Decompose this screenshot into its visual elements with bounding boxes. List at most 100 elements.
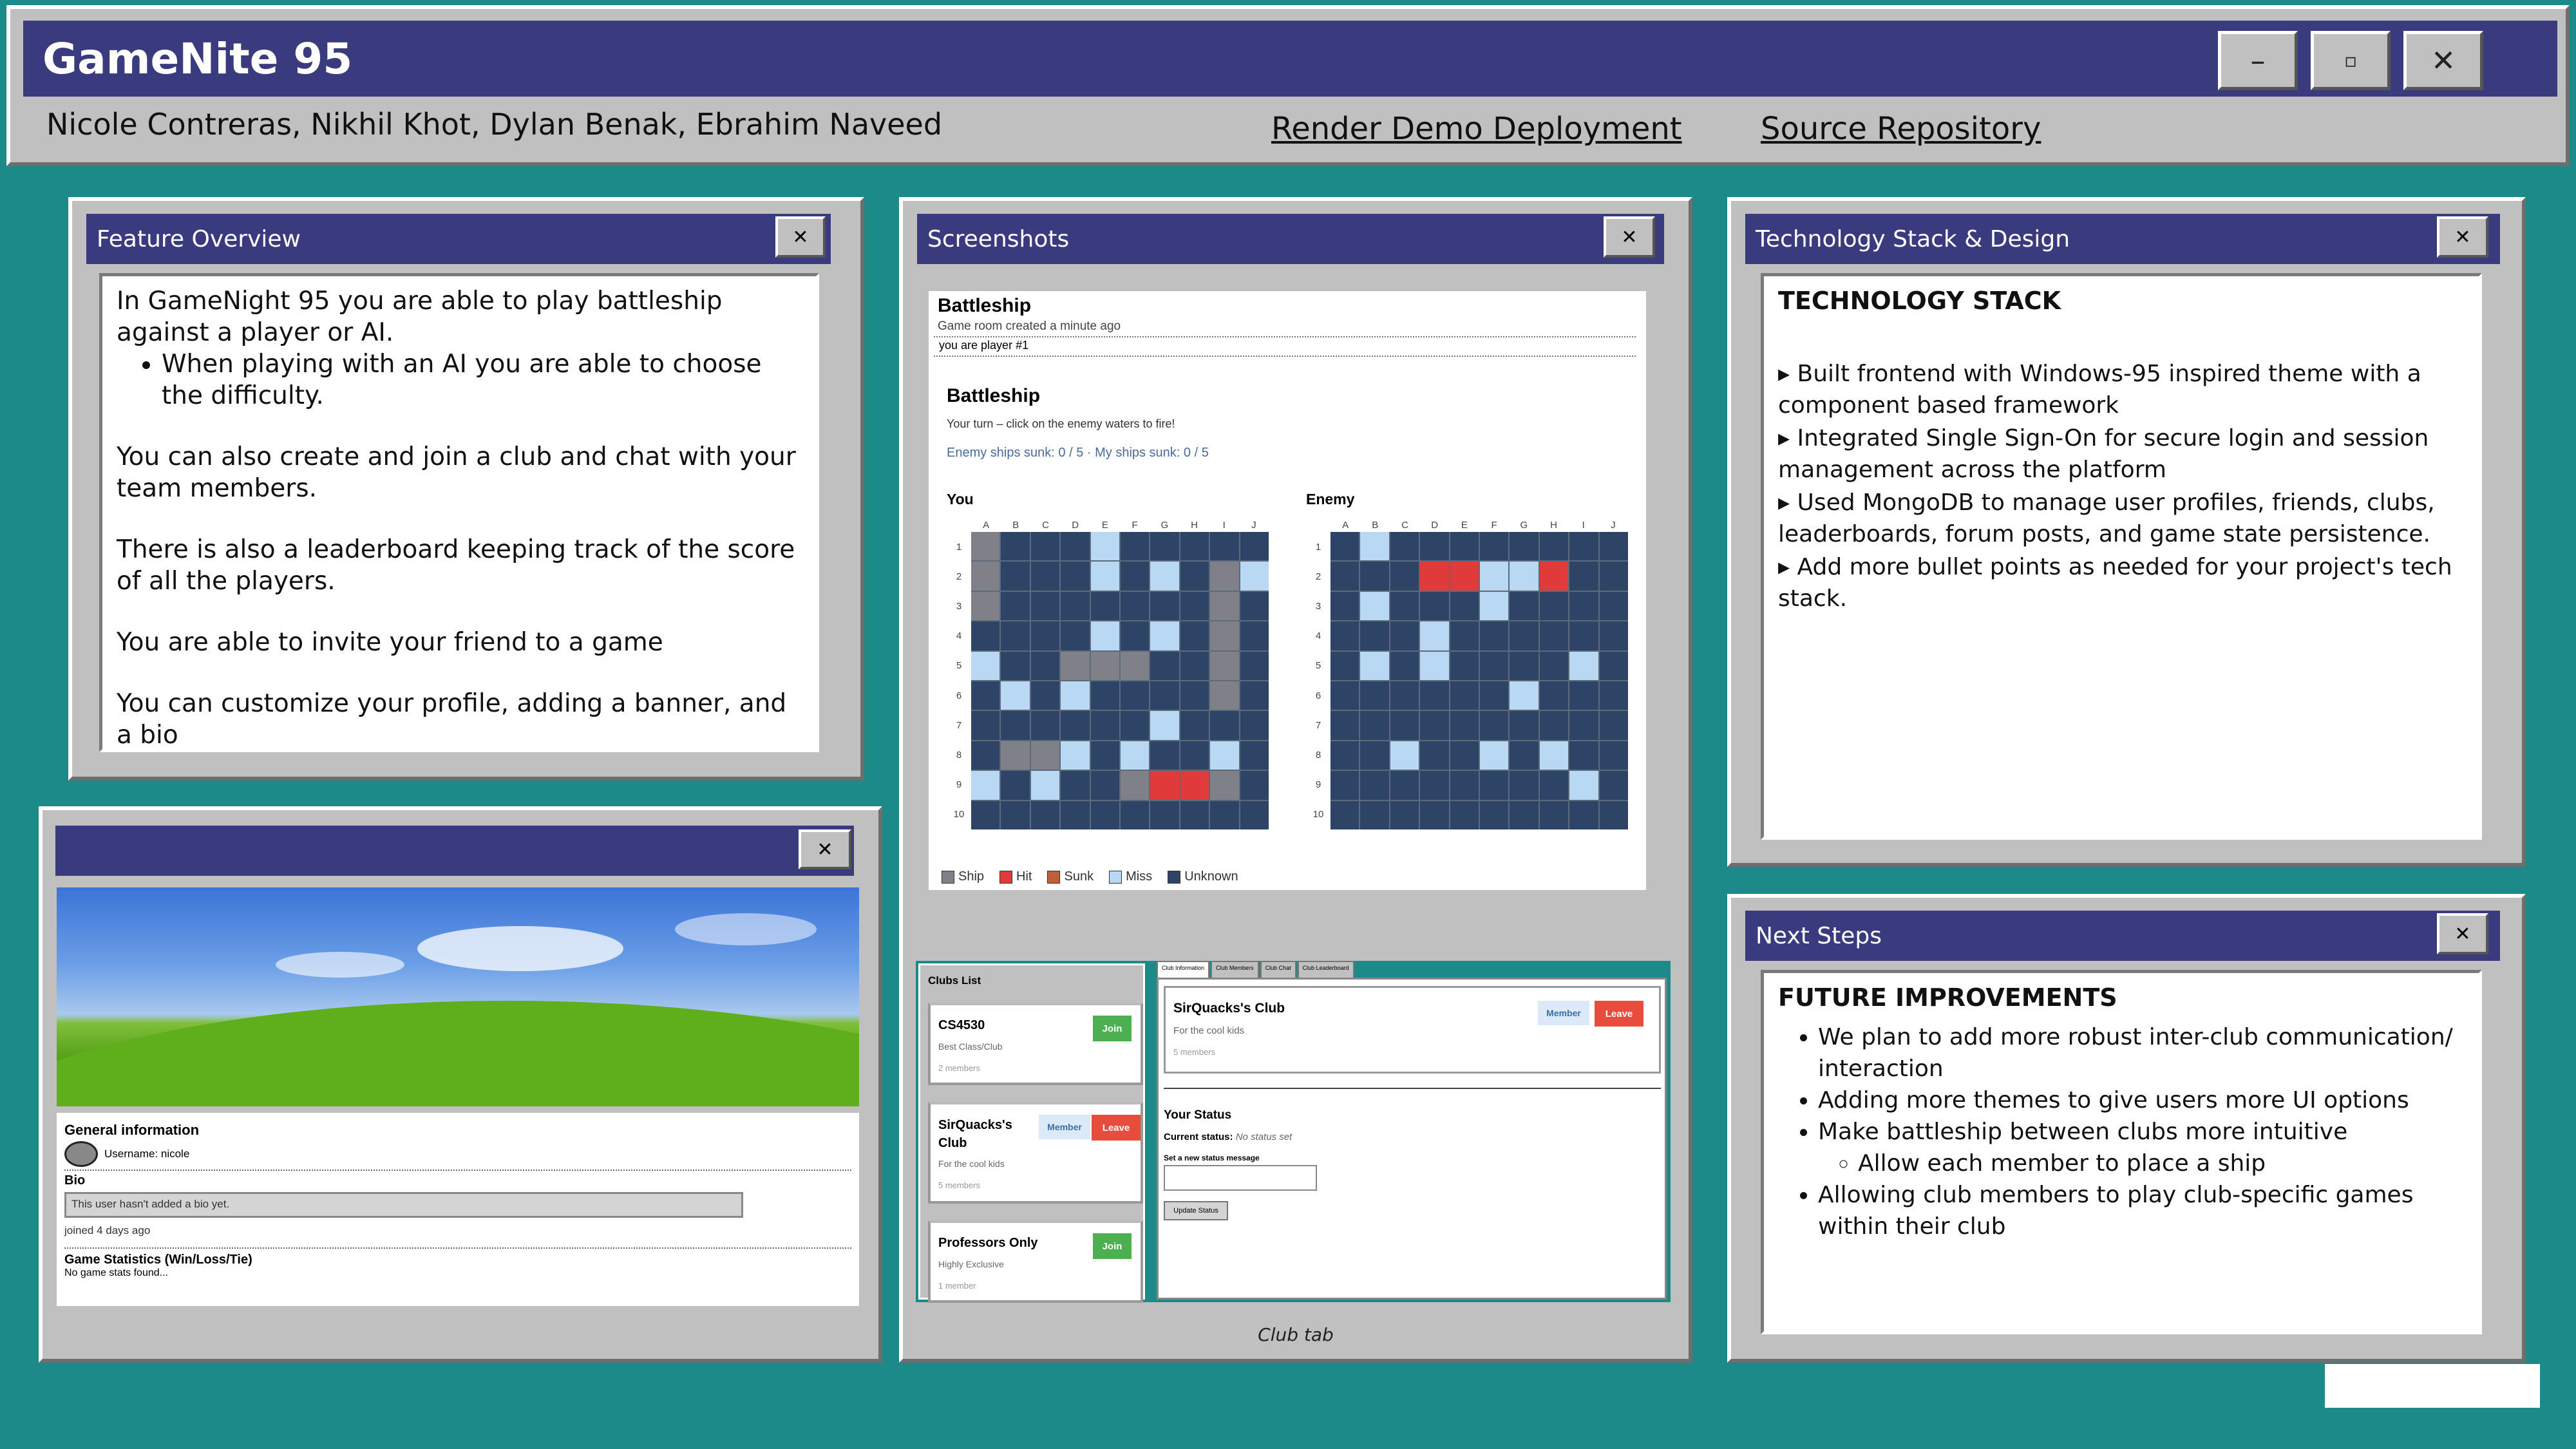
board-cell[interactable]: [1569, 771, 1598, 800]
board-cell[interactable]: [1539, 651, 1569, 680]
board-cell[interactable]: [1480, 771, 1509, 800]
close-button[interactable]: ✕: [2403, 31, 2483, 90]
board-cell[interactable]: [1599, 800, 1628, 829]
board-cell[interactable]: [1480, 562, 1509, 591]
board-cell[interactable]: [1360, 532, 1389, 561]
board-cell[interactable]: [1599, 681, 1628, 710]
board-cell[interactable]: [1480, 741, 1509, 770]
board-cell[interactable]: [1539, 621, 1569, 650]
board-cell[interactable]: [1360, 591, 1389, 621]
club-card[interactable]: Professors Only Highly Exclusive 1 membe…: [928, 1220, 1143, 1303]
board-cell[interactable]: [1569, 591, 1598, 621]
board-cell[interactable]: [1539, 532, 1569, 561]
board-cell[interactable]: [1480, 651, 1509, 680]
board-cell[interactable]: [1450, 771, 1479, 800]
board-cell[interactable]: [1510, 651, 1539, 680]
board-cell[interactable]: [1510, 621, 1539, 650]
board-cell[interactable]: [1390, 771, 1419, 800]
board-cell[interactable]: [1450, 741, 1479, 770]
board-cell[interactable]: [1390, 800, 1419, 829]
board-cell[interactable]: [1360, 800, 1389, 829]
board-cell[interactable]: [1510, 771, 1539, 800]
board-cell[interactable]: [1331, 771, 1359, 800]
board-cell[interactable]: [1420, 771, 1449, 800]
board-cell[interactable]: [1420, 591, 1449, 621]
board-cell[interactable]: [1450, 681, 1479, 710]
board-cell[interactable]: [1450, 562, 1479, 591]
enemy-board[interactable]: [1331, 532, 1628, 829]
board-cell[interactable]: [1390, 532, 1419, 561]
board-cell[interactable]: [1510, 741, 1539, 770]
feature-close-button[interactable]: ✕: [775, 216, 826, 258]
board-cell[interactable]: [1331, 532, 1359, 561]
status-input[interactable]: [1164, 1165, 1317, 1191]
board-cell[interactable]: [1420, 651, 1449, 680]
board-cell[interactable]: [1420, 621, 1449, 650]
board-cell[interactable]: [1331, 681, 1359, 710]
board-cell[interactable]: [1569, 621, 1598, 650]
board-cell[interactable]: [1569, 651, 1598, 680]
board-cell[interactable]: [1360, 621, 1389, 650]
board-cell[interactable]: [1331, 591, 1359, 621]
board-cell[interactable]: [1420, 800, 1449, 829]
club-tab[interactable]: Club Leaderboard: [1297, 961, 1354, 978]
board-cell[interactable]: [1539, 681, 1569, 710]
club-card[interactable]: SirQuacks's Club For the cool kids 5 mem…: [928, 1102, 1143, 1204]
board-cell[interactable]: [1420, 562, 1449, 591]
board-cell[interactable]: [1360, 562, 1389, 591]
board-cell[interactable]: [1390, 621, 1419, 650]
board-cell[interactable]: [1390, 741, 1419, 770]
board-cell[interactable]: [1450, 621, 1479, 650]
board-cell[interactable]: [1331, 741, 1359, 770]
join-button[interactable]: Join: [1093, 1016, 1132, 1041]
board-cell[interactable]: [1450, 532, 1479, 561]
club-tab[interactable]: Club Members: [1211, 961, 1259, 978]
board-cell[interactable]: [1539, 771, 1569, 800]
club-tab[interactable]: Club Information: [1157, 961, 1210, 978]
board-cell[interactable]: [1480, 591, 1509, 621]
board-cell[interactable]: [1599, 771, 1628, 800]
minimize-button[interactable]: –: [2218, 31, 2298, 90]
club-tab[interactable]: Club Chat: [1260, 961, 1296, 978]
board-cell[interactable]: [1480, 532, 1509, 561]
board-cell[interactable]: [1420, 532, 1449, 561]
board-cell[interactable]: [1450, 591, 1479, 621]
board-cell[interactable]: [1569, 711, 1598, 740]
board-cell[interactable]: [1331, 800, 1359, 829]
board-cell[interactable]: [1360, 681, 1389, 710]
board-cell[interactable]: [1569, 741, 1598, 770]
board-cell[interactable]: [1510, 591, 1539, 621]
board-cell[interactable]: [1420, 741, 1449, 770]
board-cell[interactable]: [1390, 681, 1419, 710]
board-cell[interactable]: [1331, 711, 1359, 740]
tech-close-button[interactable]: ✕: [2437, 216, 2488, 258]
board-cell[interactable]: [1539, 741, 1569, 770]
board-cell[interactable]: [1510, 800, 1539, 829]
board-cell[interactable]: [1569, 562, 1598, 591]
leave-button[interactable]: Leave: [1092, 1115, 1141, 1141]
board-cell[interactable]: [1569, 800, 1598, 829]
board-cell[interactable]: [1599, 562, 1628, 591]
board-cell[interactable]: [1480, 711, 1509, 740]
board-cell[interactable]: [1569, 532, 1598, 561]
board-cell[interactable]: [1480, 621, 1509, 650]
board-cell[interactable]: [1599, 532, 1628, 561]
board-cell[interactable]: [1331, 651, 1359, 680]
board-cell[interactable]: [1331, 621, 1359, 650]
board-cell[interactable]: [1360, 741, 1389, 770]
repo-link[interactable]: Source Repository: [1761, 111, 2041, 147]
board-cell[interactable]: [1331, 562, 1359, 591]
board-cell[interactable]: [1599, 621, 1628, 650]
board-cell[interactable]: [1539, 800, 1569, 829]
board-cell[interactable]: [1510, 681, 1539, 710]
board-cell[interactable]: [1510, 562, 1539, 591]
board-cell[interactable]: [1390, 711, 1419, 740]
board-cell[interactable]: [1539, 591, 1569, 621]
board-cell[interactable]: [1599, 591, 1628, 621]
update-status-button[interactable]: Update Status: [1164, 1201, 1228, 1220]
next-close-button[interactable]: ✕: [2437, 913, 2488, 954]
board-cell[interactable]: [1599, 711, 1628, 740]
board-cell[interactable]: [1420, 681, 1449, 710]
board-cell[interactable]: [1480, 681, 1509, 710]
board-cell[interactable]: [1569, 681, 1598, 710]
